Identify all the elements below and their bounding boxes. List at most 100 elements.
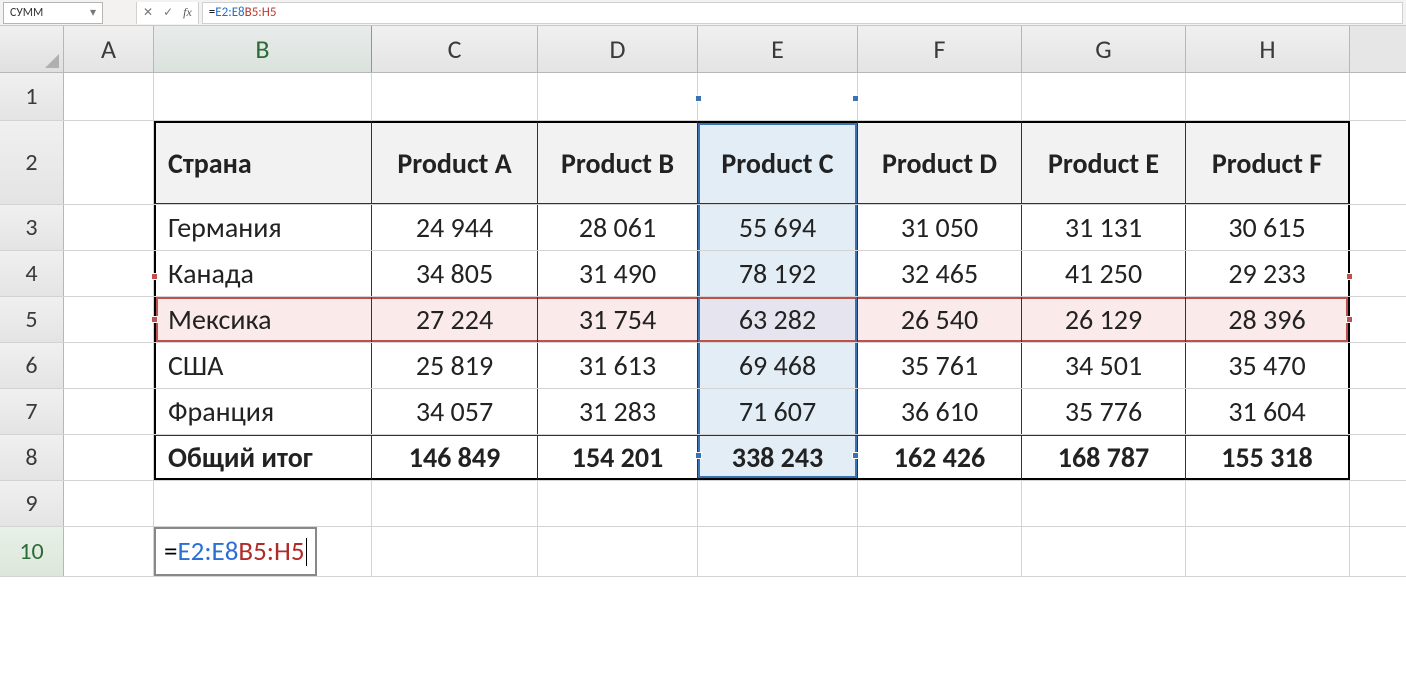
cell-A4[interactable] <box>64 251 154 296</box>
cell-A9[interactable] <box>64 481 154 526</box>
row-header-10[interactable]: 10 <box>0 527 64 576</box>
cell-G10[interactable] <box>1022 527 1186 576</box>
cell-G8[interactable]: 168 787 <box>1022 435 1186 480</box>
col-header-H[interactable]: H <box>1186 26 1350 72</box>
cell-E9[interactable] <box>698 481 858 526</box>
cell-C7[interactable]: 34 057 <box>372 389 538 434</box>
cell-G9[interactable] <box>1022 481 1186 526</box>
cell-A7[interactable] <box>64 389 154 434</box>
select-all-corner[interactable] <box>0 26 64 72</box>
cell-E1[interactable] <box>698 73 858 120</box>
cell-C2[interactable]: Product A <box>372 121 538 204</box>
cell-H5[interactable]: 28 396 <box>1186 297 1350 342</box>
cell-H4[interactable]: 29 233 <box>1186 251 1350 296</box>
cell-B4[interactable]: Канада <box>154 251 372 296</box>
cell-G2[interactable]: Product E <box>1022 121 1186 204</box>
range-handle-blue[interactable] <box>852 95 859 102</box>
cell-G4[interactable]: 41 250 <box>1022 251 1186 296</box>
cell-H9[interactable] <box>1186 481 1350 526</box>
cell-B10[interactable]: =E2:E8 B5:H5 <box>154 527 372 576</box>
cell-B3[interactable]: Германия <box>154 205 372 250</box>
cell-H7[interactable]: 31 604 <box>1186 389 1350 434</box>
range-handle-red[interactable] <box>151 316 158 323</box>
cell-G7[interactable]: 35 776 <box>1022 389 1186 434</box>
cell-B5[interactable]: Мексика <box>154 297 372 342</box>
cell-D3[interactable]: 28 061 <box>538 205 698 250</box>
dropdown-icon[interactable]: ▾ <box>86 6 100 20</box>
name-box[interactable]: СУММ ▾ <box>3 2 103 24</box>
cell-B6[interactable]: США <box>154 343 372 388</box>
range-handle-red[interactable] <box>1346 273 1353 280</box>
row-header-4[interactable]: 4 <box>0 251 64 296</box>
cell-F1[interactable] <box>858 73 1022 120</box>
enter-icon[interactable]: ✓ <box>163 5 173 20</box>
cell-E4[interactable]: 78 192 <box>698 251 858 296</box>
cell-C8[interactable]: 146 849 <box>372 435 538 480</box>
row-header-1[interactable]: 1 <box>0 73 64 120</box>
cell-F2[interactable]: Product D <box>858 121 1022 204</box>
cell-F10[interactable] <box>858 527 1022 576</box>
cell-H1[interactable] <box>1186 73 1350 120</box>
cell-F8[interactable]: 162 426 <box>858 435 1022 480</box>
col-header-F[interactable]: F <box>858 26 1022 72</box>
cell-H10[interactable] <box>1186 527 1350 576</box>
cell-A6[interactable] <box>64 343 154 388</box>
cell-B1[interactable] <box>154 73 372 120</box>
cell-D9[interactable] <box>538 481 698 526</box>
row-header-6[interactable]: 6 <box>0 343 64 388</box>
formula-input[interactable]: =E2:E8 B5:H5 <box>202 2 1403 24</box>
cell-G6[interactable]: 34 501 <box>1022 343 1186 388</box>
editing-formula-cell[interactable]: =E2:E8 B5:H5 <box>154 527 317 576</box>
cell-F9[interactable] <box>858 481 1022 526</box>
cell-G5[interactable]: 26 129 <box>1022 297 1186 342</box>
cell-B9[interactable] <box>154 481 372 526</box>
cell-A1[interactable] <box>64 73 154 120</box>
cell-E7[interactable]: 71 607 <box>698 389 858 434</box>
cell-C1[interactable] <box>372 73 538 120</box>
cell-E8[interactable]: 338 243 <box>698 435 858 480</box>
cell-D10[interactable] <box>538 527 698 576</box>
cell-C4[interactable]: 34 805 <box>372 251 538 296</box>
col-header-C[interactable]: C <box>372 26 538 72</box>
col-header-E[interactable]: E <box>698 26 858 72</box>
range-handle-red[interactable] <box>1346 316 1353 323</box>
cell-C3[interactable]: 24 944 <box>372 205 538 250</box>
cell-F6[interactable]: 35 761 <box>858 343 1022 388</box>
cell-B8[interactable]: Общий итог <box>154 435 372 480</box>
cell-E3[interactable]: 55 694 <box>698 205 858 250</box>
row-header-3[interactable]: 3 <box>0 205 64 250</box>
cell-E10[interactable] <box>698 527 858 576</box>
cell-B7[interactable]: Франция <box>154 389 372 434</box>
cell-E2[interactable]: Product C <box>698 121 858 204</box>
cell-B2[interactable]: Страна <box>154 121 372 204</box>
col-header-D[interactable]: D <box>538 26 698 72</box>
cell-A3[interactable] <box>64 205 154 250</box>
cell-F5[interactable]: 26 540 <box>858 297 1022 342</box>
range-handle-blue[interactable] <box>852 452 859 459</box>
row-header-7[interactable]: 7 <box>0 389 64 434</box>
range-handle-blue[interactable] <box>695 95 702 102</box>
row-header-2[interactable]: 2 <box>0 121 64 204</box>
cell-A8[interactable] <box>64 435 154 480</box>
row-header-9[interactable]: 9 <box>0 481 64 526</box>
cell-E5[interactable]: 63 282 <box>698 297 858 342</box>
cell-F4[interactable]: 32 465 <box>858 251 1022 296</box>
cell-D6[interactable]: 31 613 <box>538 343 698 388</box>
cancel-icon[interactable]: ✕ <box>143 5 153 20</box>
cell-C9[interactable] <box>372 481 538 526</box>
row-header-8[interactable]: 8 <box>0 435 64 480</box>
col-header-B[interactable]: B <box>154 26 372 72</box>
cell-G3[interactable]: 31 131 <box>1022 205 1186 250</box>
cell-D2[interactable]: Product B <box>538 121 698 204</box>
cell-A10[interactable] <box>64 527 154 576</box>
cell-H6[interactable]: 35 470 <box>1186 343 1350 388</box>
cell-E6[interactable]: 69 468 <box>698 343 858 388</box>
row-header-5[interactable]: 5 <box>0 297 64 342</box>
fx-icon[interactable]: fx <box>183 5 192 20</box>
cell-D1[interactable] <box>538 73 698 120</box>
range-handle-blue[interactable] <box>695 452 702 459</box>
cell-C5[interactable]: 27 224 <box>372 297 538 342</box>
cell-G1[interactable] <box>1022 73 1186 120</box>
cell-C10[interactable] <box>372 527 538 576</box>
cell-D4[interactable]: 31 490 <box>538 251 698 296</box>
